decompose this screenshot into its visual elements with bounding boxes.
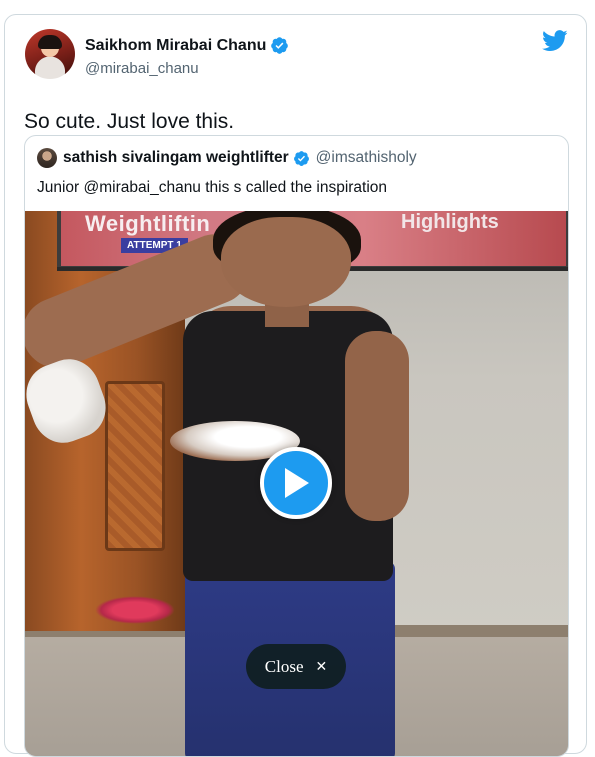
close-icon: ✕ (315, 658, 328, 675)
tweet-text: So cute. Just love this. (24, 110, 235, 133)
quoted-author-handle[interactable]: @imsathisholy (316, 149, 417, 167)
quoted-tweet-header: sathish sivalingam weightlifter @imsathi… (37, 148, 417, 168)
quoted-verified-badge-icon (293, 150, 309, 166)
video-frame-mat (95, 596, 175, 624)
twitter-bird-icon[interactable] (542, 30, 568, 52)
tv-overlay-right: Highlights (401, 211, 499, 233)
author-handle[interactable]: @mirabai_chanu (85, 60, 199, 77)
close-button[interactable]: Close ✕ (246, 644, 346, 689)
video-frame-figure-arm (345, 331, 409, 521)
quoted-author-display-name[interactable]: sathish sivalingam weightlifter (63, 149, 289, 167)
quoted-author-avatar[interactable] (37, 148, 57, 168)
author-display-name[interactable]: Saikhom Mirabai Chanu (85, 37, 266, 55)
play-button[interactable] (260, 447, 332, 519)
avatar[interactable] (25, 29, 75, 79)
quoted-tweet[interactable]: sathish sivalingam weightlifter @imsathi… (24, 135, 569, 757)
author-name-row: Saikhom Mirabai Chanu (85, 36, 289, 55)
video-player[interactable]: Weightliftin ATTEMPT 1 Highlights Close … (25, 211, 568, 756)
tv-overlay-title: Weightliftin (85, 211, 211, 236)
close-label: Close (264, 656, 304, 676)
quoted-tweet-text: Junior @mirabai_chanu this s called the … (37, 179, 388, 196)
verified-badge-icon (271, 37, 289, 54)
video-frame-figure-face (221, 217, 351, 307)
tweet-card[interactable]: Saikhom Mirabai Chanu @mirabai_chanu So … (4, 14, 587, 757)
play-icon (285, 468, 309, 498)
